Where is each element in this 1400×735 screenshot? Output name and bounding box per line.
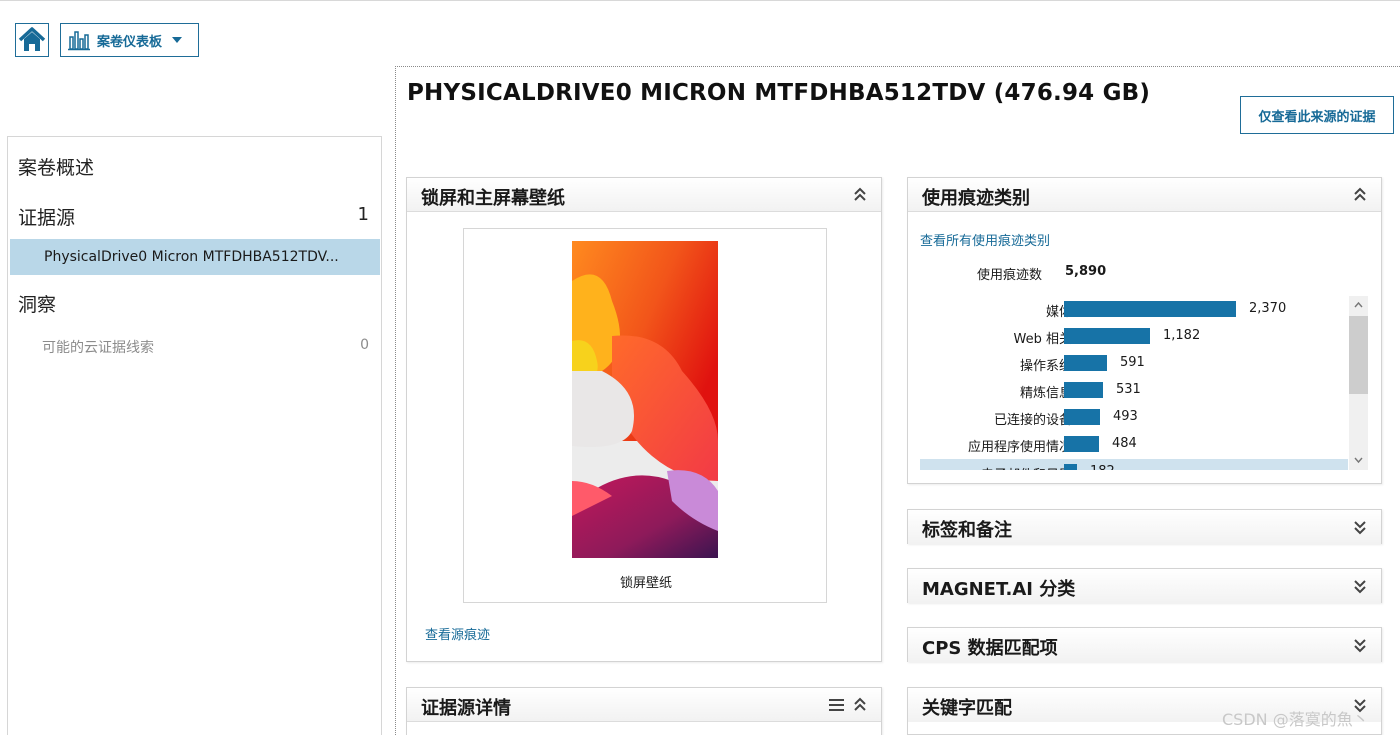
wallpaper-panel-title: 锁屏和主屏幕壁纸: [421, 188, 565, 209]
view-all-usage-link[interactable]: 查看所有使用痕迹类别: [920, 230, 1050, 249]
magnet-ai-panel[interactable]: MAGNET.AI 分类: [907, 568, 1382, 603]
magnet-panel-header: MAGNET.AI 分类: [908, 569, 1381, 603]
usage-category-bar[interactable]: [1064, 382, 1103, 398]
usage-category-label: 电子邮件和日历: [981, 464, 1072, 470]
home-button[interactable]: [15, 23, 49, 57]
evidence-details-header: 证据源详情: [407, 688, 881, 722]
wallpaper-image: [572, 241, 718, 558]
view-source-artifacts-link[interactable]: 查看源痕迹: [425, 624, 490, 643]
scroll-down-icon[interactable]: [1354, 456, 1363, 464]
home-icon: [18, 27, 46, 51]
expand-icon[interactable]: [1353, 637, 1367, 653]
usage-total-label: 使用痕迹数: [977, 268, 1043, 283]
usage-bar-list: 媒体 2,370 Web 相关 1,182 操作系统 591 精炼信息 531 已连接的设备 49…: [920, 296, 1348, 470]
usage-category-bar[interactable]: [1064, 355, 1107, 371]
scroll-thumb[interactable]: [1349, 316, 1368, 394]
only-source-evidence-button[interactable]: 仅查看此来源的证据: [1240, 96, 1394, 134]
dashboard-dropdown[interactable]: 案卷仪表板: [60, 23, 199, 57]
usage-category-row[interactable]: 应用程序使用情况 484: [920, 431, 1348, 458]
usage-category-value: 182: [1090, 464, 1115, 470]
page: 案卷仪表板 案卷概述 证据源 1 PhysicalDrive0 Micron M…: [0, 0, 1400, 735]
sidebar-item-insights[interactable]: 洞察: [18, 290, 56, 317]
evidence-details-panel: 证据源详情: [406, 687, 882, 735]
case-sidebar: 案卷概述 证据源 1 PhysicalDrive0 Micron MTFDHBA…: [7, 136, 382, 735]
usage-category-value: 531: [1116, 382, 1141, 397]
tags-panel-title: 标签和备注: [922, 520, 1012, 541]
usage-category-label: 已连接的设备: [993, 413, 1072, 428]
usage-category-row[interactable]: 已连接的设备 493: [920, 404, 1348, 431]
tags-panel-header: 标签和备注: [908, 510, 1381, 544]
top-border: [0, 0, 1400, 3]
cps-panel-header: CPS 数据匹配项: [908, 628, 1381, 662]
keyword-panel-title: 关键字匹配: [922, 698, 1012, 719]
tags-notes-panel[interactable]: 标签和备注: [907, 509, 1382, 544]
cps-panel-title: CPS 数据匹配项: [922, 638, 1058, 659]
usage-category-value: 493: [1113, 409, 1138, 424]
lockscreen-wallpaper-thumbnail[interactable]: 锁屏壁纸: [463, 228, 827, 603]
menu-icon[interactable]: [829, 698, 844, 712]
collapse-icon[interactable]: [853, 697, 867, 713]
cloud-leads-count: 0: [360, 337, 369, 353]
expand-icon[interactable]: [1353, 519, 1367, 535]
usage-category-label: 应用程序使用情况: [967, 440, 1072, 455]
usage-category-bar[interactable]: [1064, 301, 1236, 317]
page-title: PHYSICALDRIVE0 MICRON MTFDHBA512TDV (476…: [407, 80, 1151, 106]
usage-total-value: 5,890: [1065, 264, 1107, 279]
collapse-icon[interactable]: [853, 187, 867, 203]
usage-category-bar[interactable]: [1064, 436, 1099, 452]
evidence-details-title: 证据源详情: [421, 698, 511, 719]
sidebar-item-evidence-sources[interactable]: 证据源: [18, 203, 75, 230]
sidebar-item-overview[interactable]: 案卷概述: [18, 153, 94, 180]
usage-category-value: 1,182: [1163, 328, 1201, 343]
dashboard-label: 案卷仪表板: [97, 34, 163, 50]
usage-category-bar[interactable]: [1064, 409, 1100, 425]
collapse-icon[interactable]: [1353, 187, 1367, 203]
wallpaper-panel-header: 锁屏和主屏幕壁纸: [407, 178, 881, 212]
usage-panel-header: 使用痕迹类别: [908, 178, 1381, 212]
sidebar-item-cloud-leads[interactable]: 可能的云证据线索: [42, 337, 154, 357]
usage-category-value: 484: [1112, 436, 1137, 451]
usage-category-row[interactable]: Web 相关 1,182: [920, 323, 1348, 350]
usage-category-row[interactable]: 媒体 2,370: [920, 296, 1348, 323]
wallpaper-caption: 锁屏壁纸: [619, 576, 672, 591]
chevron-down-icon: [172, 37, 183, 43]
magnet-panel-title: MAGNET.AI 分类: [922, 579, 1076, 600]
bar-chart-icon: [68, 31, 90, 51]
sidebar-item-selected-source[interactable]: PhysicalDrive0 Micron MTFDHBA512TDV...: [10, 239, 380, 275]
usage-category-row[interactable]: 电子邮件和日历 182: [920, 459, 1348, 470]
selected-source-label: PhysicalDrive0 Micron MTFDHBA512TDV...: [44, 249, 339, 265]
watermark: CSDN @落寞的魚丶: [1222, 710, 1369, 729]
usage-scrollbar[interactable]: [1349, 296, 1368, 470]
usage-category-bar[interactable]: [1064, 464, 1077, 470]
usage-category-bar[interactable]: [1064, 328, 1150, 344]
usage-category-value: 591: [1120, 355, 1145, 370]
expand-icon[interactable]: [1353, 578, 1367, 594]
usage-category-row[interactable]: 精炼信息 531: [920, 377, 1348, 404]
usage-category-value: 2,370: [1249, 301, 1287, 316]
scroll-up-icon[interactable]: [1354, 301, 1363, 309]
cps-match-panel[interactable]: CPS 数据匹配项: [907, 627, 1382, 662]
evidence-count: 1: [357, 204, 369, 225]
usage-panel-title: 使用痕迹类别: [922, 188, 1030, 209]
usage-category-row[interactable]: 操作系统 591: [920, 350, 1348, 377]
